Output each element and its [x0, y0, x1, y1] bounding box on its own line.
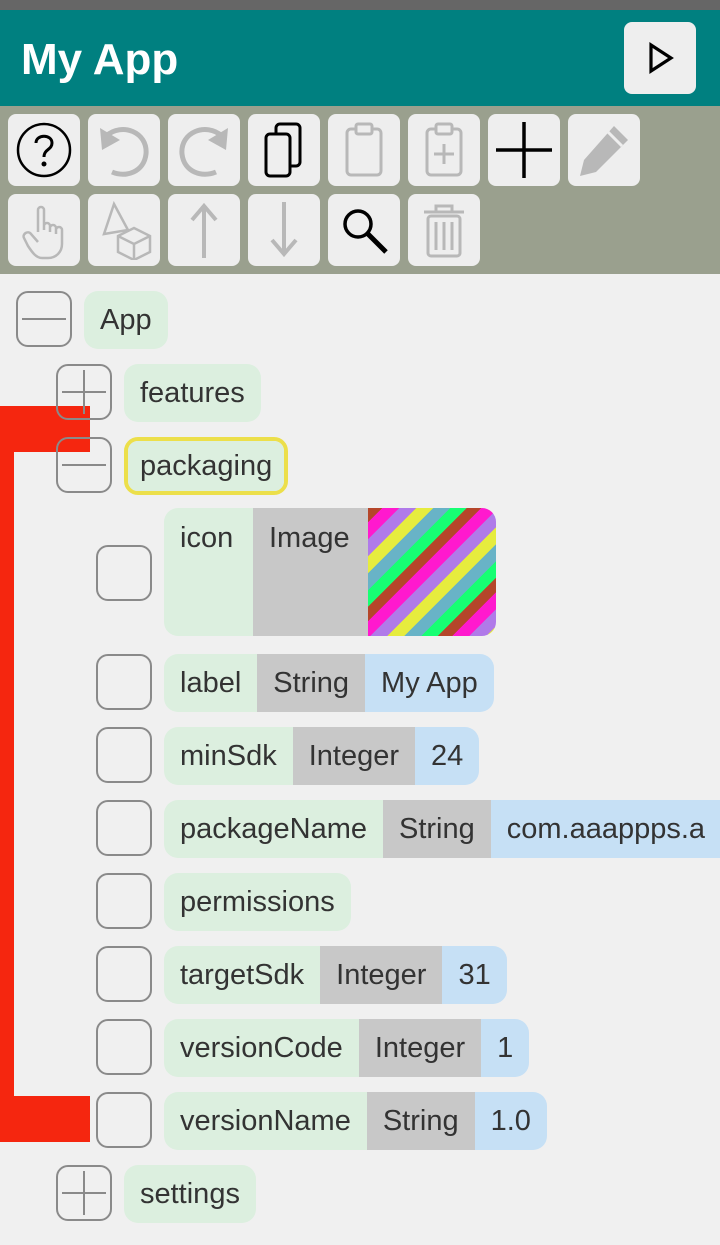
property-value: My App — [365, 654, 494, 712]
property-type: Integer — [320, 946, 443, 1004]
property-name: icon — [164, 508, 253, 636]
node-packaging[interactable]: packaging — [124, 437, 289, 495]
property-name: minSdk — [164, 727, 293, 785]
node-label: settings — [124, 1165, 256, 1223]
node-tree: App features packaging icon Image label … — [0, 274, 720, 1245]
copy-button[interactable] — [248, 114, 320, 186]
arrow-down-icon — [270, 202, 298, 258]
node-settings[interactable]: settings — [124, 1165, 256, 1223]
expand-features-button[interactable] — [56, 364, 112, 420]
property-name: targetSdk — [164, 946, 321, 1004]
node-label: features — [124, 364, 261, 422]
collapse-packaging-button[interactable] — [56, 437, 112, 493]
property-type: Image — [253, 508, 368, 636]
undo-icon — [100, 127, 149, 177]
property-type: String — [257, 654, 366, 712]
paste-button[interactable] — [328, 114, 400, 186]
property-value: com.aaappps.a — [490, 800, 720, 858]
node-label: packaging — [128, 441, 285, 491]
select-icon-checkbox[interactable] — [96, 545, 152, 601]
copy-icon — [264, 122, 302, 178]
guide-bracket-vertical — [0, 406, 14, 1142]
property-value: 1 — [481, 1019, 530, 1077]
property-name: versionCode — [164, 1019, 359, 1077]
select-minsdk-checkbox[interactable] — [96, 727, 152, 783]
shapes-button[interactable] — [88, 194, 160, 266]
toolbar — [0, 106, 720, 274]
move-down-button[interactable] — [248, 194, 320, 266]
edit-button[interactable] — [568, 114, 640, 186]
minus-icon — [62, 464, 106, 466]
expand-settings-button[interactable] — [56, 1165, 112, 1221]
select-permissions-checkbox[interactable] — [96, 873, 152, 929]
property-name: packageName — [164, 800, 383, 858]
run-button[interactable] — [624, 22, 696, 94]
property-versioncode[interactable]: versionCode Integer 1 — [164, 1019, 530, 1077]
property-name: label — [164, 654, 258, 712]
select-packagename-checkbox[interactable] — [96, 800, 152, 856]
move-up-button[interactable] — [168, 194, 240, 266]
help-icon — [16, 122, 72, 178]
top-edge — [0, 0, 720, 10]
play-icon — [649, 42, 674, 74]
help-button[interactable] — [8, 114, 80, 186]
pencil-icon — [580, 126, 628, 176]
select-label-checkbox[interactable] — [96, 654, 152, 710]
property-value: 31 — [442, 946, 507, 1004]
property-type: String — [383, 800, 491, 858]
property-value: 24 — [415, 727, 480, 785]
plus-icon — [62, 370, 106, 414]
select-versioncode-checkbox[interactable] — [96, 1019, 152, 1075]
image-preview — [368, 508, 496, 636]
hand-pointer-icon — [22, 205, 64, 260]
guide-bracket-bottom — [0, 1096, 90, 1142]
node-app[interactable]: App — [84, 291, 168, 349]
plus-icon — [496, 122, 552, 178]
minus-icon — [22, 318, 66, 320]
search-button[interactable] — [328, 194, 400, 266]
property-label[interactable]: label String My App — [164, 654, 494, 712]
paste-add-button[interactable] — [408, 114, 480, 186]
select-versionname-checkbox[interactable] — [96, 1092, 152, 1148]
title-bar: My App — [0, 10, 720, 106]
plus-icon — [62, 1171, 106, 1215]
property-type: Integer — [292, 727, 415, 785]
arrow-up-icon — [190, 202, 218, 258]
trash-icon — [424, 204, 464, 258]
property-type: String — [366, 1092, 475, 1150]
shapes-icon — [102, 200, 152, 260]
clipboard-icon — [345, 122, 383, 177]
property-versionname[interactable]: versionName String 1.0 — [164, 1092, 547, 1150]
property-type: Integer — [358, 1019, 482, 1077]
touch-button[interactable] — [8, 194, 80, 266]
undo-button[interactable] — [88, 114, 160, 186]
property-icon[interactable]: icon Image — [164, 508, 496, 636]
search-icon — [343, 209, 388, 254]
node-features[interactable]: features — [124, 364, 261, 422]
property-packagename[interactable]: packageName String com.aaappps.a — [164, 800, 720, 858]
property-minsdk[interactable]: minSdk Integer 24 — [164, 727, 480, 785]
select-targetsdk-checkbox[interactable] — [96, 946, 152, 1002]
property-name: versionName — [164, 1092, 367, 1150]
app-title: My App — [21, 35, 179, 84]
property-permissions[interactable]: permissions — [164, 873, 351, 931]
redo-button[interactable] — [168, 114, 240, 186]
property-name: permissions — [164, 873, 351, 931]
delete-button[interactable] — [408, 194, 480, 266]
add-button[interactable] — [488, 114, 560, 186]
property-targetsdk[interactable]: targetSdk Integer 31 — [164, 946, 507, 1004]
collapse-app-button[interactable] — [16, 291, 72, 347]
redo-icon — [179, 127, 228, 177]
property-value: 1.0 — [474, 1092, 547, 1150]
node-label: App — [84, 291, 168, 349]
clipboard-plus-icon — [425, 122, 463, 177]
